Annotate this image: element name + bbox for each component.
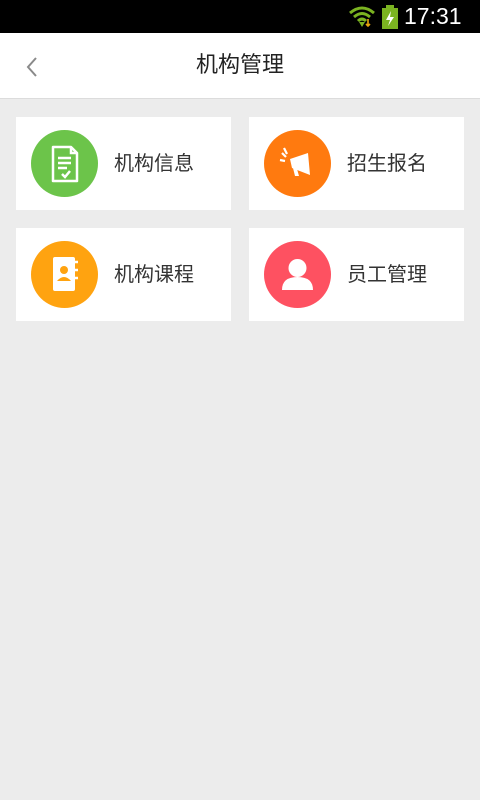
top-bar: 机构管理 — [0, 33, 480, 99]
wifi-icon — [349, 6, 375, 28]
megaphone-icon — [264, 130, 331, 197]
menu-item-org-info[interactable]: 机构信息 — [16, 117, 231, 210]
menu-item-label: 招生报名 — [347, 151, 427, 175]
chevron-left-icon — [26, 57, 37, 77]
menu-item-courses[interactable]: 机构课程 — [16, 228, 231, 321]
status-bar: 17:31 — [0, 0, 480, 33]
document-check-icon — [31, 130, 98, 197]
back-button[interactable] — [16, 51, 48, 83]
page-title: 机构管理 — [195, 53, 284, 78]
contact-book-icon — [31, 241, 98, 308]
menu-item-label: 机构课程 — [114, 262, 194, 286]
menu-item-staff[interactable]: 员工管理 — [249, 228, 464, 321]
menu-item-label: 员工管理 — [347, 262, 427, 286]
menu-item-enrollment[interactable]: 招生报名 — [249, 117, 464, 210]
person-icon — [264, 241, 331, 308]
menu-item-label: 机构信息 — [114, 151, 194, 175]
battery-charging-icon — [382, 5, 398, 29]
status-time: 17:31 — [404, 3, 462, 29]
